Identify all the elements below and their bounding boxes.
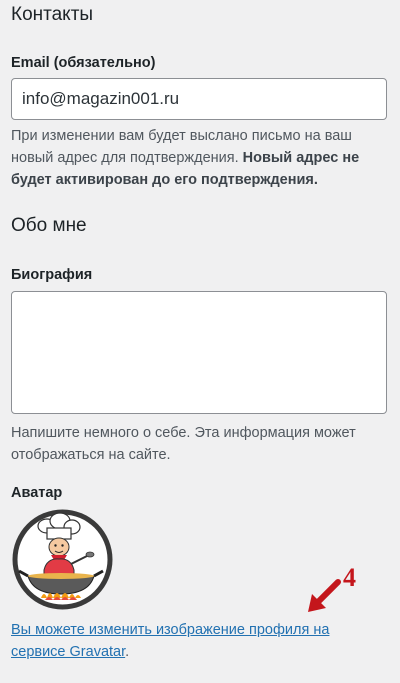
gravatar-link-suffix: . (125, 644, 130, 660)
email-field[interactable] (11, 78, 387, 120)
gravatar-link-paragraph: Вы можете изменить изображение профиля н… (11, 619, 381, 663)
email-description: При изменении вам будет выслано письмо н… (11, 125, 391, 191)
email-label: Email (обязательно) (11, 55, 156, 71)
chef-cooking-avatar-icon (12, 509, 113, 610)
bio-label: Биография (11, 267, 93, 283)
gravatar-link[interactable]: Вы можете изменить изображение профиля н… (11, 622, 329, 660)
about-section-title: Обо мне (11, 215, 87, 236)
bio-textarea[interactable] (11, 291, 387, 414)
contacts-section-title: Контакты (11, 4, 94, 25)
profile-settings-page: Контакты Email (обязательно) При изменен… (0, 0, 400, 683)
avatar-label: Аватар (11, 485, 63, 501)
annotation-arrow-icon: 4 (308, 564, 356, 612)
annotation-number: 4 (343, 564, 356, 592)
bio-description: Напишите немного о себе. Эта информация … (11, 425, 356, 463)
